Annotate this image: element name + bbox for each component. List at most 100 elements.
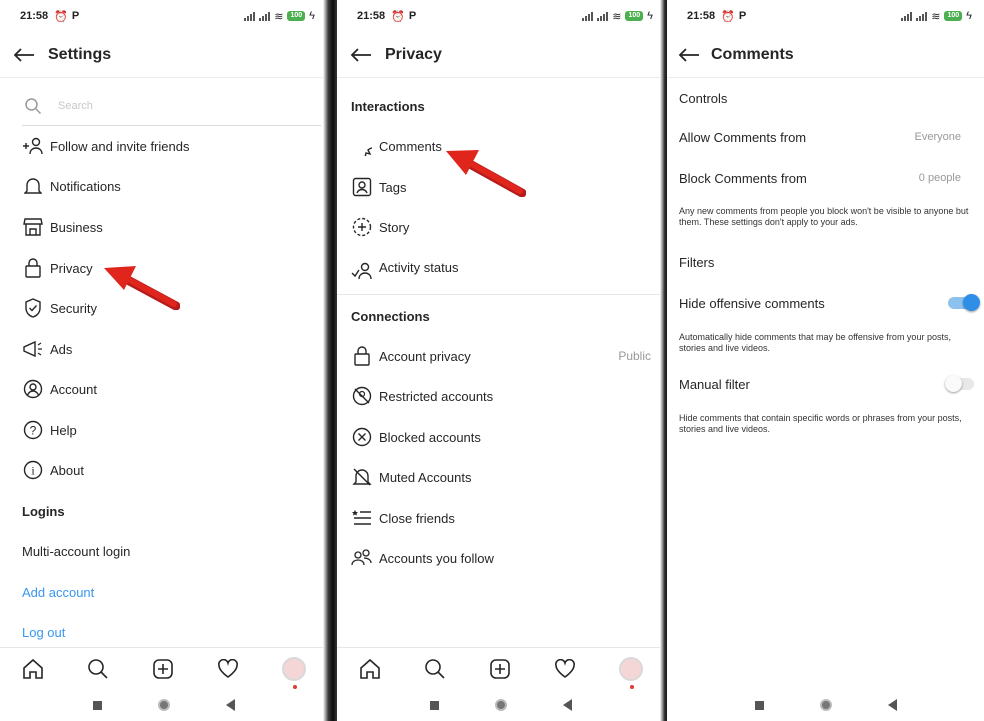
hide-offensive-toggle[interactable] [948, 294, 980, 311]
hide-offensive-row[interactable]: Hide offensive comments [667, 283, 984, 323]
page-title: Privacy [385, 45, 442, 63]
back-arrow-icon[interactable] [667, 32, 711, 78]
search-nav-icon[interactable] [87, 658, 109, 680]
back-arrow-icon[interactable] [337, 32, 385, 78]
log-out-link[interactable]: Log out [0, 612, 327, 652]
status-bar: 21:58 ⏰ P ≋ 100 ϟ [0, 0, 327, 32]
account-privacy-value: Public [618, 349, 651, 363]
allow-comments-value: Everyone [914, 131, 961, 143]
privacy-item-label: Close friends [379, 510, 455, 526]
privacy-item-label: Tags [379, 179, 407, 195]
interactions-header: Interactions [351, 98, 425, 114]
settings-item-label: Follow and invite friends [50, 138, 190, 154]
annotation-arrow [446, 150, 526, 197]
privacy-item-close-friends[interactable]: Close friends [337, 498, 665, 538]
privacy-item-label: Story [379, 219, 410, 235]
recents-button[interactable] [430, 700, 439, 710]
search-nav-icon[interactable] [424, 658, 446, 680]
privacy-item-accounts-you-follow[interactable]: Accounts you follow [337, 538, 665, 578]
settings-item-business[interactable]: Business [0, 207, 327, 247]
recents-button[interactable] [92, 700, 102, 710]
manual-filter-toggle[interactable] [945, 375, 974, 392]
settings-item-label: Account [50, 381, 97, 397]
settings-item-label: Help [50, 422, 77, 438]
status-bar: 21:58 ⏰ P ≋ 100 ϟ [337, 0, 665, 32]
settings-item-account[interactable]: Account [0, 369, 327, 409]
settings-item-help[interactable]: ? Help [0, 410, 327, 450]
block-comments-note: Any new comments from people you block w… [679, 206, 969, 227]
privacy-item-account-privacy[interactable]: Account privacy Public [337, 336, 665, 376]
bottom-nav [337, 647, 665, 689]
settings-item-label: Business [50, 219, 103, 235]
privacy-item-restricted[interactable]: Restricted accounts [337, 376, 665, 416]
new-post-icon[interactable] [152, 658, 174, 680]
manual-filter-label: Manual filter [679, 376, 750, 392]
add-account-link[interactable]: Add account [0, 572, 327, 612]
privacy-item-label: Activity status [379, 260, 459, 275]
logins-header: Logins [22, 503, 65, 519]
settings-item-label: Notifications [50, 178, 121, 194]
settings-item-about[interactable]: i About [0, 450, 327, 490]
signal-icon-2 [597, 11, 609, 21]
megaphone-icon [22, 338, 44, 360]
signal-icon [582, 11, 594, 21]
system-nav-bar [337, 689, 665, 721]
battery-icon: 100 [944, 11, 963, 21]
home-icon[interactable] [22, 658, 44, 680]
alarm-icon: ⏰ [721, 10, 735, 23]
svg-text:i: i [31, 464, 35, 478]
settings-screen: 21:58 ⏰ P ≋ 100 ϟ Settings Search Follow… [0, 0, 327, 721]
home-button[interactable] [495, 699, 507, 711]
account-circle-icon [22, 378, 44, 400]
privacy-item-blocked[interactable]: Blocked accounts [337, 417, 665, 457]
wifi-icon: ≋ [931, 10, 941, 23]
back-button[interactable] [563, 699, 572, 711]
privacy-item-label: Restricted accounts [379, 388, 494, 404]
signal-icon [244, 11, 256, 21]
charging-icon: ϟ [647, 10, 653, 22]
privacy-item-activity-status[interactable]: Activity status [337, 248, 665, 295]
settings-item-notifications[interactable]: Notifications [0, 166, 327, 206]
home-button[interactable] [157, 699, 170, 711]
home-button[interactable] [819, 699, 832, 711]
block-comments-row[interactable]: Block Comments from 0 people [667, 158, 984, 198]
status-time: 21:58 [20, 10, 49, 22]
allow-comments-row[interactable]: Allow Comments from Everyone [667, 117, 984, 157]
app-notification-icon: P [408, 10, 417, 22]
multi-account-login[interactable]: Multi-account login [0, 531, 327, 571]
home-icon[interactable] [359, 658, 381, 680]
people-icon [351, 547, 373, 569]
privacy-screen: 21:58 ⏰ P ≋ 100 ϟ Privacy Interactions C… [337, 0, 665, 721]
manual-filter-note: Hide comments that contain specific word… [679, 413, 962, 434]
back-button[interactable] [225, 699, 235, 711]
settings-item-follow[interactable]: Follow and invite friends [0, 126, 327, 166]
signal-icon [901, 11, 913, 21]
privacy-item-label: Muted Accounts [379, 469, 472, 485]
hide-offensive-note: Automatically hide comments that may be … [679, 332, 951, 353]
heart-icon[interactable] [554, 658, 576, 679]
profile-avatar[interactable] [281, 656, 306, 689]
manual-filter-row[interactable]: Manual filter [667, 364, 984, 404]
privacy-item-muted[interactable]: Muted Accounts [337, 457, 665, 497]
heart-icon[interactable] [217, 658, 239, 679]
shop-icon [22, 216, 44, 238]
connections-header: Connections [351, 308, 430, 324]
charging-icon: ϟ [309, 10, 315, 22]
filters-header: Filters [679, 254, 715, 270]
profile-avatar[interactable] [619, 656, 644, 689]
charging-icon: ϟ [966, 10, 972, 22]
muted-bell-icon [351, 466, 373, 488]
new-post-icon[interactable] [489, 658, 511, 680]
search-input[interactable]: Search [22, 86, 321, 126]
alarm-icon: ⏰ [391, 10, 405, 23]
allow-comments-label: Allow Comments from [679, 129, 807, 145]
privacy-item-story[interactable]: Story [337, 207, 665, 247]
settings-item-ads[interactable]: Ads [0, 329, 327, 369]
status-bar: 21:58 ⏰ P ≋ 100 ϟ [667, 0, 984, 32]
bell-icon [22, 175, 44, 197]
alarm-icon: ⏰ [54, 10, 68, 23]
back-arrow-icon[interactable] [0, 32, 48, 78]
recents-button[interactable] [754, 700, 764, 710]
system-nav-bar [667, 689, 984, 721]
back-button[interactable] [887, 699, 897, 711]
